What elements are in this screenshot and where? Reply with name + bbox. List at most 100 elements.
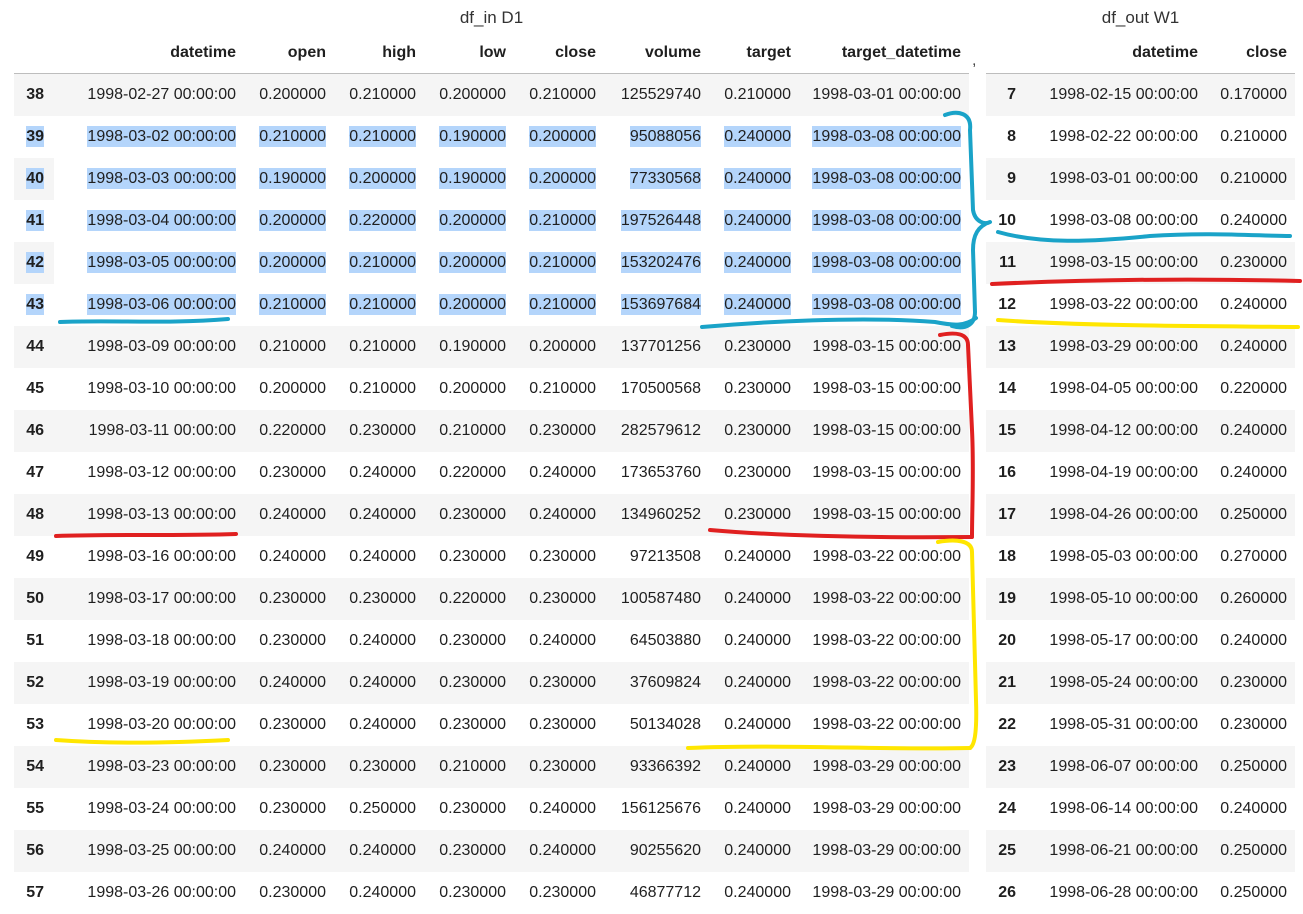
cell-high: 0.210000	[334, 116, 424, 158]
cell-close: 0.240000	[1206, 284, 1295, 326]
cell-close: 0.230000	[1206, 662, 1295, 704]
cell-datetime: 1998-03-24 00:00:00	[54, 788, 244, 830]
table-row: 181998-05-03 00:00:000.270000	[986, 536, 1295, 578]
row-index: 41	[14, 200, 54, 242]
row-index: 40	[14, 158, 54, 200]
cell-close: 0.210000	[514, 368, 604, 410]
cell-low: 0.230000	[424, 830, 514, 872]
row-index: 11	[986, 242, 1026, 284]
cell-low: 0.230000	[424, 872, 514, 914]
col-header-datetime: datetime	[1026, 32, 1206, 74]
cell-high: 0.240000	[334, 662, 424, 704]
cell-datetime: 1998-03-12 00:00:00	[54, 452, 244, 494]
cell-open: 0.240000	[244, 830, 334, 872]
cell-volume: 100587480	[604, 578, 709, 620]
cell-target-datetime: 1998-03-22 00:00:00	[799, 620, 969, 662]
table-row: 141998-04-05 00:00:000.220000	[986, 368, 1295, 410]
cell-high: 0.230000	[334, 746, 424, 788]
row-index: 16	[986, 452, 1026, 494]
cell-close: 0.240000	[1206, 200, 1295, 242]
cell-low: 0.200000	[424, 284, 514, 326]
cell-high: 0.210000	[334, 284, 424, 326]
col-header-high: high	[334, 32, 424, 74]
cell-open: 0.220000	[244, 410, 334, 452]
cell-low: 0.190000	[424, 116, 514, 158]
cell-datetime: 1998-05-31 00:00:00	[1026, 704, 1206, 746]
cell-close: 0.240000	[514, 452, 604, 494]
cell-volume: 125529740	[604, 74, 709, 117]
cell-high: 0.240000	[334, 830, 424, 872]
cell-high: 0.210000	[334, 242, 424, 284]
cell-open: 0.230000	[244, 704, 334, 746]
table-row: 471998-03-12 00:00:000.2300000.2400000.2…	[14, 452, 969, 494]
cell-open: 0.210000	[244, 116, 334, 158]
cell-datetime: 1998-02-22 00:00:00	[1026, 116, 1206, 158]
cell-datetime: 1998-03-05 00:00:00	[54, 242, 244, 284]
row-index: 50	[14, 578, 54, 620]
cell-datetime: 1998-06-07 00:00:00	[1026, 746, 1206, 788]
cell-datetime: 1998-06-28 00:00:00	[1026, 872, 1206, 914]
cell-target: 0.240000	[709, 536, 799, 578]
cell-low: 0.200000	[424, 74, 514, 117]
row-index: 42	[14, 242, 54, 284]
cell-target: 0.230000	[709, 410, 799, 452]
cell-volume: 282579612	[604, 410, 709, 452]
cell-close: 0.230000	[514, 578, 604, 620]
cell-close: 0.170000	[1206, 74, 1295, 117]
col-header-index	[14, 32, 54, 74]
row-index: 48	[14, 494, 54, 536]
cell-close: 0.210000	[514, 200, 604, 242]
table-row: 171998-04-26 00:00:000.250000	[986, 494, 1295, 536]
cell-high: 0.240000	[334, 704, 424, 746]
cell-datetime: 1998-03-23 00:00:00	[54, 746, 244, 788]
cell-datetime: 1998-03-17 00:00:00	[54, 578, 244, 620]
row-index: 43	[14, 284, 54, 326]
table-row: 221998-05-31 00:00:000.230000	[986, 704, 1295, 746]
cell-close: 0.210000	[514, 74, 604, 117]
cell-target-datetime: 1998-03-08 00:00:00	[799, 200, 969, 242]
cell-close: 0.250000	[1206, 494, 1295, 536]
row-index: 19	[986, 578, 1026, 620]
cell-volume: 37609824	[604, 662, 709, 704]
cell-volume: 93366392	[604, 746, 709, 788]
cell-volume: 170500568	[604, 368, 709, 410]
cell-datetime: 1998-04-26 00:00:00	[1026, 494, 1206, 536]
table-row: 201998-05-17 00:00:000.240000	[986, 620, 1295, 662]
col-header-target: target	[709, 32, 799, 74]
cell-open: 0.210000	[244, 326, 334, 368]
row-index: 17	[986, 494, 1026, 536]
cell-datetime: 1998-04-19 00:00:00	[1026, 452, 1206, 494]
cell-close: 0.230000	[514, 662, 604, 704]
cell-target: 0.240000	[709, 578, 799, 620]
cell-volume: 90255620	[604, 830, 709, 872]
cell-close: 0.240000	[1206, 452, 1295, 494]
cell-target-datetime: 1998-03-15 00:00:00	[799, 494, 969, 536]
cell-target-datetime: 1998-03-15 00:00:00	[799, 452, 969, 494]
cell-target: 0.240000	[709, 746, 799, 788]
cell-volume: 197526448	[604, 200, 709, 242]
df-out-table: datetimeclose 71998-02-15 00:00:000.1700…	[986, 32, 1295, 914]
cell-open: 0.210000	[244, 284, 334, 326]
cell-open: 0.230000	[244, 578, 334, 620]
df-in-body: 381998-02-27 00:00:000.2000000.2100000.2…	[14, 74, 969, 914]
cell-high: 0.240000	[334, 536, 424, 578]
cell-volume: 97213508	[604, 536, 709, 578]
row-index: 56	[14, 830, 54, 872]
cell-close: 0.230000	[1206, 704, 1295, 746]
cell-open: 0.200000	[244, 200, 334, 242]
row-index: 10	[986, 200, 1026, 242]
cell-datetime: 1998-02-15 00:00:00	[1026, 74, 1206, 117]
cell-close: 0.240000	[514, 494, 604, 536]
table-row: 561998-03-25 00:00:000.2400000.2400000.2…	[14, 830, 969, 872]
table-row: 381998-02-27 00:00:000.2000000.2100000.2…	[14, 74, 969, 117]
cell-datetime: 1998-06-21 00:00:00	[1026, 830, 1206, 872]
cell-close: 0.230000	[514, 536, 604, 578]
cell-close: 0.210000	[514, 242, 604, 284]
col-header-target-datetime: target_datetime	[799, 32, 969, 74]
row-index: 9	[986, 158, 1026, 200]
cell-high: 0.230000	[334, 578, 424, 620]
cell-close: 0.220000	[1206, 368, 1295, 410]
cell-low: 0.200000	[424, 200, 514, 242]
cell-high: 0.210000	[334, 74, 424, 117]
cell-datetime: 1998-05-03 00:00:00	[1026, 536, 1206, 578]
